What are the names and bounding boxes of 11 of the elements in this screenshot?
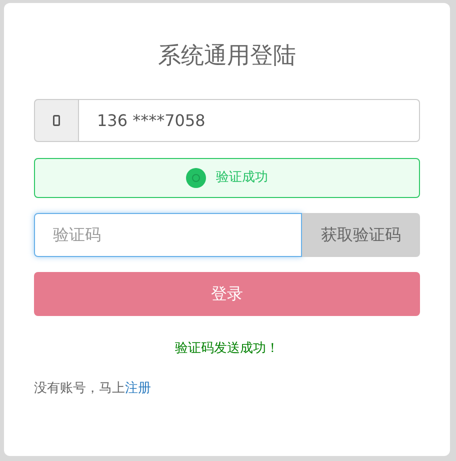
send-success-message: 验证码发送成功！: [174, 340, 280, 358]
captcha-label: 验证成功: [216, 169, 268, 188]
register-link[interactable]: 注册: [125, 378, 151, 398]
login-title: 系统通用登陆: [157, 42, 297, 71]
login-button[interactable]: 登录: [34, 272, 420, 316]
code-input-field[interactable]: 验证码: [34, 213, 302, 257]
phone-icon: [53, 115, 60, 126]
captcha-status[interactable]: 验证成功: [34, 158, 420, 198]
phone-input-field[interactable]: 136 ****7058: [79, 99, 420, 142]
register-prompt: 没有账号，马上: [34, 380, 125, 398]
get-code-button[interactable]: 获取验证码: [302, 213, 420, 257]
